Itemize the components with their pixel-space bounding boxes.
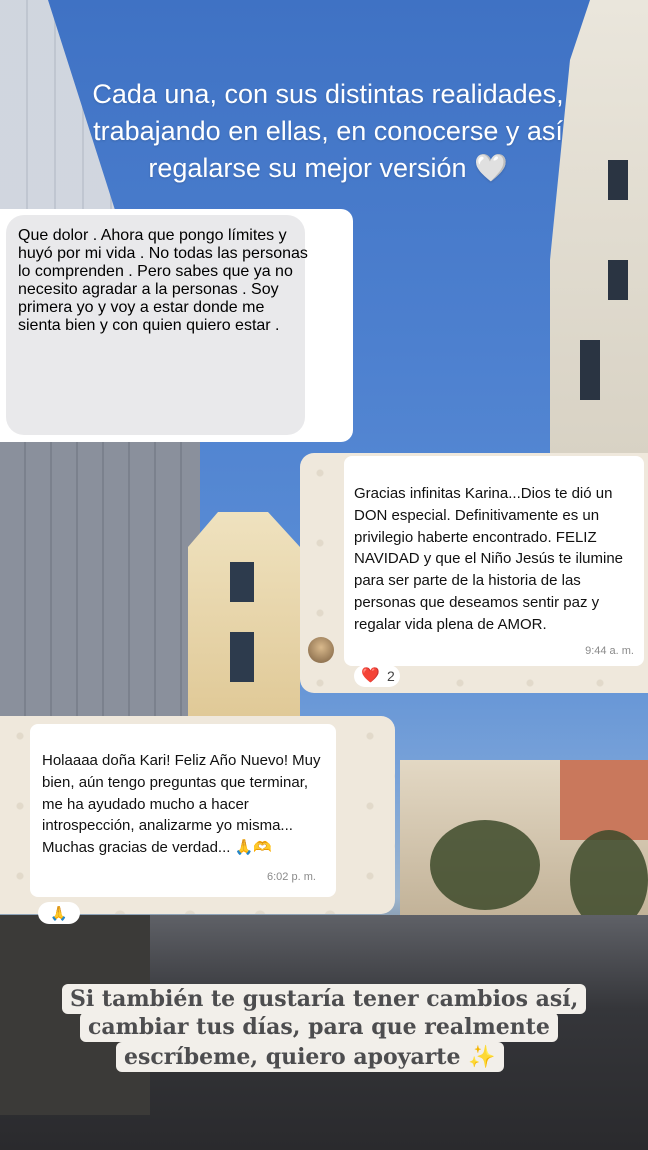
screenshot-card-whatsapp-1: Gracias infinitas Karina...Dios te dió u…	[300, 453, 648, 693]
avatar	[308, 637, 334, 663]
bottom-caption-line-1: Si también te gustaría tener cambios así…	[62, 984, 587, 1014]
building-right	[550, 0, 648, 460]
screenshot-card-whatsapp-2: Holaaaa doña Kari! Feliz Año Nuevo! Muy …	[0, 716, 395, 924]
message-timestamp: 6:02 p. m.	[267, 871, 316, 883]
message-text: Que dolor . Ahora que pongo límites y hu…	[18, 227, 308, 334]
building-left-shadow	[0, 440, 200, 740]
praying-hands-icon: 🙏	[50, 905, 68, 921]
message-text: Gracias infinitas Karina...Dios te dió u…	[354, 485, 624, 633]
message-timestamp: 9:44 a. m.	[585, 645, 634, 657]
heart-icon: ❤️	[361, 667, 380, 684]
bottom-caption-line-2: cambiar tus días, para que realmente	[80, 1012, 558, 1042]
top-caption: Cada una, con sus distintas realidades, …	[92, 79, 564, 183]
street-building-brick	[560, 760, 648, 840]
building-center	[188, 512, 300, 717]
message-text: Holaaaa doña Kari! Feliz Año Nuevo! Muy …	[42, 752, 321, 857]
tree	[430, 820, 540, 910]
bottom-caption-line-3: escríbeme, quiero apoyarte ✨	[116, 1042, 504, 1072]
reaction-badge[interactable]: ❤️ 2	[354, 665, 400, 687]
reaction-badge[interactable]: 🙏	[38, 902, 80, 924]
reaction-count: 2	[387, 668, 395, 684]
